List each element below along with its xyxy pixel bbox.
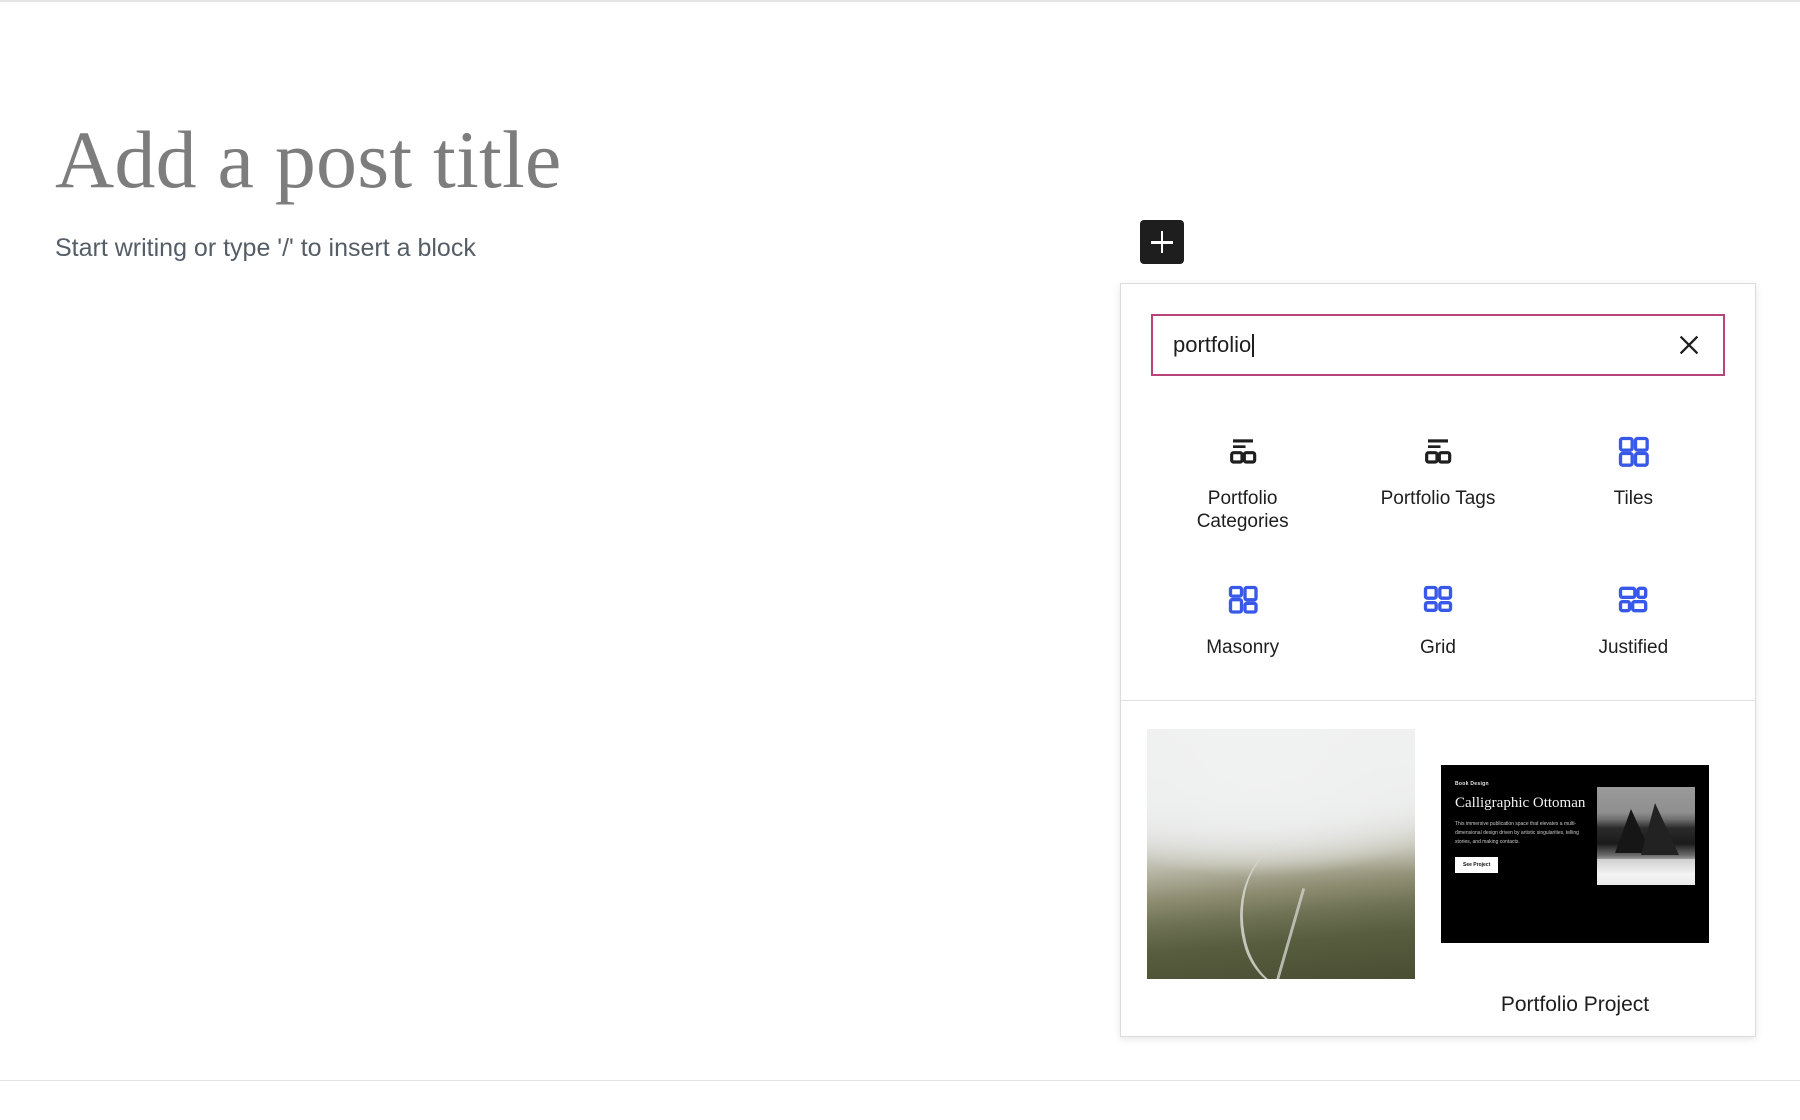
snow-field-shape bbox=[1597, 858, 1695, 885]
portfolio-tags-icon bbox=[1418, 422, 1458, 480]
pattern-preview-image bbox=[1147, 728, 1415, 979]
search-input[interactable]: portfolio bbox=[1151, 314, 1725, 376]
inserter-search-row: portfolio bbox=[1121, 284, 1755, 376]
dark-card-image bbox=[1597, 786, 1695, 885]
tiles-layout-icon bbox=[1613, 422, 1653, 480]
paragraph-block-placeholder[interactable]: Start writing or type '/' to insert a bl… bbox=[55, 230, 476, 268]
block-item-portfolio-categories[interactable]: Portfolio Categories bbox=[1145, 416, 1340, 543]
pattern-caption: Portfolio Project bbox=[1500, 992, 1650, 1016]
block-inserter-popover: portfolio Portfolio Categories Portfolio… bbox=[1120, 283, 1756, 1037]
dark-card-heading: Calligraphic Ottoman bbox=[1455, 794, 1586, 811]
block-item-label: Portfolio Categories bbox=[1196, 488, 1289, 533]
grid-layout-icon bbox=[1418, 571, 1458, 629]
portfolio-categories-icon bbox=[1223, 422, 1263, 480]
block-item-tiles[interactable]: Tiles bbox=[1536, 416, 1731, 543]
block-item-label: Grid bbox=[1420, 637, 1456, 659]
justified-layout-icon bbox=[1613, 571, 1653, 629]
mountain-peak-shape-2 bbox=[1641, 802, 1679, 855]
block-item-portfolio-tags[interactable]: Portfolio Tags bbox=[1340, 416, 1535, 543]
block-item-grid[interactable]: Grid bbox=[1340, 565, 1535, 669]
search-input-value: portfolio bbox=[1173, 332, 1254, 358]
editor-screen: Add a post title Start writing or type '… bbox=[0, 0, 1800, 1120]
post-title-placeholder[interactable]: Add a post title bbox=[55, 114, 562, 206]
block-item-label: Masonry bbox=[1206, 637, 1280, 659]
dark-card-body: This immersive publication space that el… bbox=[1455, 820, 1579, 846]
block-item-justified[interactable]: Justified bbox=[1536, 565, 1731, 669]
plus-icon-vertical bbox=[1160, 231, 1164, 253]
block-item-label: Tiles bbox=[1613, 488, 1654, 509]
clear-search-button[interactable] bbox=[1669, 325, 1709, 365]
block-item-masonry[interactable]: Masonry bbox=[1145, 565, 1340, 669]
block-inserter-toggle[interactable] bbox=[1140, 220, 1184, 264]
pattern-card-portfolio-project[interactable]: Book Design Calligraphic Ottoman This im… bbox=[1441, 728, 1709, 1017]
dark-card-button: See Project bbox=[1455, 856, 1499, 873]
dark-card-content: Book Design Calligraphic Ottoman This im… bbox=[1455, 781, 1587, 927]
block-item-label: Justified bbox=[1598, 637, 1669, 659]
masonry-layout-icon bbox=[1223, 571, 1263, 629]
pattern-preview-dark-card: Book Design Calligraphic Ottoman This im… bbox=[1441, 728, 1709, 979]
dark-card-eyebrow: Book Design bbox=[1455, 780, 1489, 787]
pattern-card-photo[interactable] bbox=[1147, 728, 1415, 1017]
page-bottom-divider bbox=[0, 1080, 1800, 1081]
text-caret bbox=[1252, 334, 1254, 357]
dark-card: Book Design Calligraphic Ottoman This im… bbox=[1441, 764, 1709, 943]
close-icon bbox=[1679, 335, 1699, 355]
block-results-grid: Portfolio Categories Portfolio Tags Tile… bbox=[1121, 376, 1755, 670]
block-item-label: Portfolio Tags bbox=[1380, 488, 1496, 509]
pattern-results: Book Design Calligraphic Ottoman This im… bbox=[1121, 701, 1755, 1017]
